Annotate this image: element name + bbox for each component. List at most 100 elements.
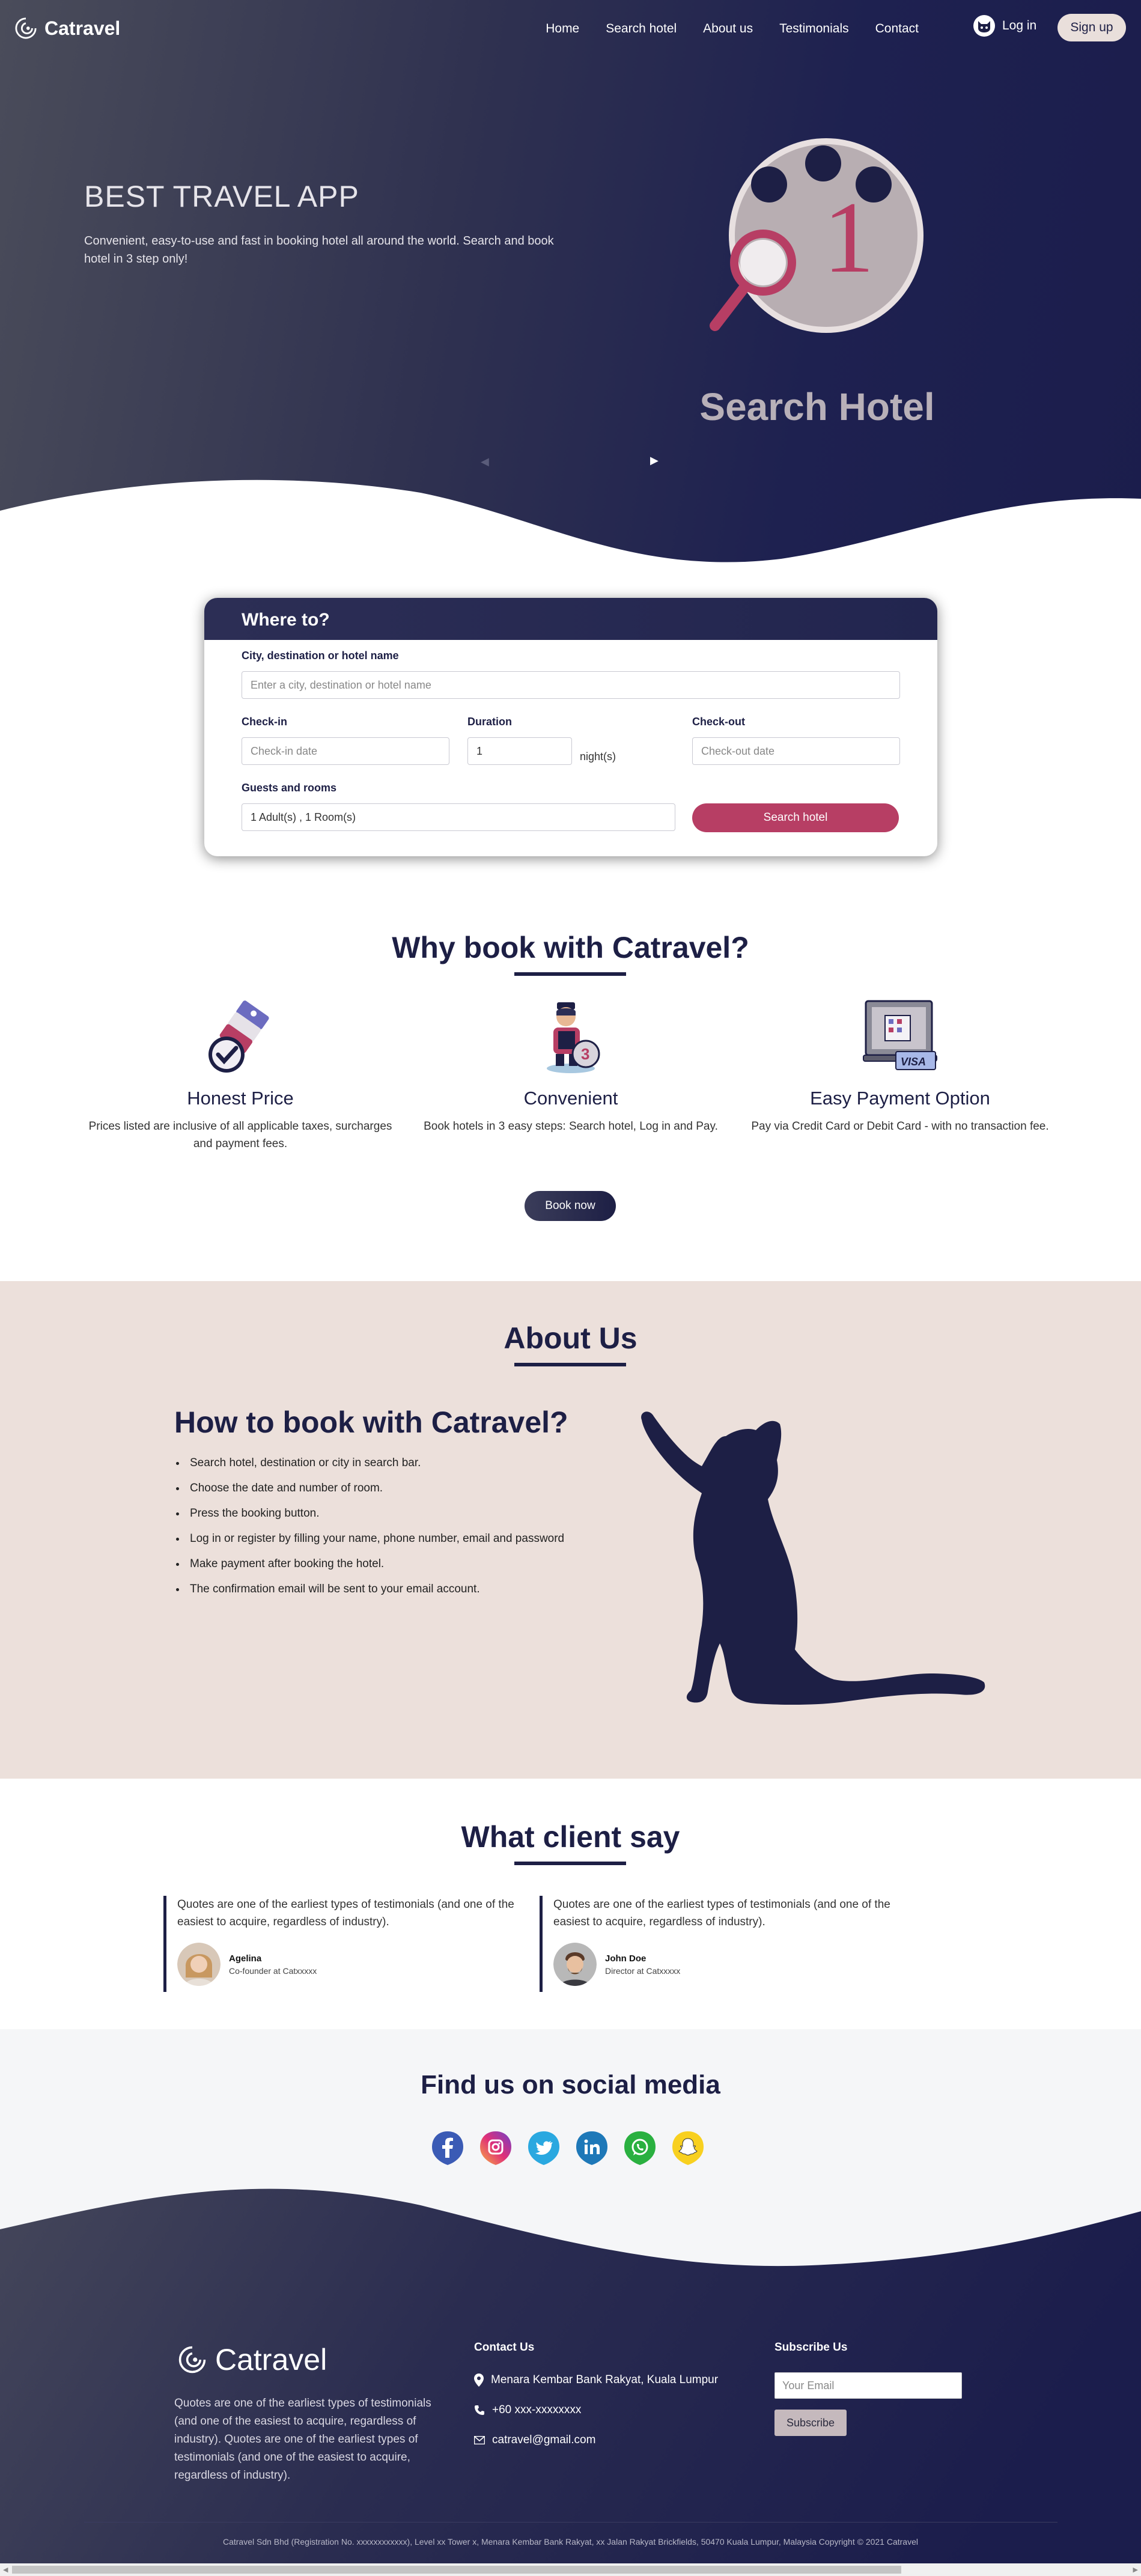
- contact-address: Menara Kembar Bank Rakyat, Kuala Lumpur: [474, 2374, 718, 2387]
- contact-email-text[interactable]: catravel@gmail.com: [492, 2434, 595, 2447]
- hero-title: BEST TRAVEL APP: [84, 180, 359, 213]
- testimonial-role: Director at Catxxxxx: [605, 1965, 681, 1976]
- testimonial-quote: Quotes are one of the earliest types of …: [553, 1898, 890, 1928]
- contact-phone: +60 xxx-xxxxxxxx: [474, 2404, 581, 2417]
- testimonial-name: Agelina: [229, 1953, 262, 1964]
- about-title: About Us: [504, 1321, 637, 1355]
- list-item: Press the booking button.: [186, 1505, 583, 1522]
- subscribe-email-input[interactable]: [774, 2372, 962, 2399]
- cat-avatar-icon: [973, 15, 995, 37]
- destination-input[interactable]: [242, 671, 900, 699]
- snapchat-icon[interactable]: [670, 2130, 706, 2166]
- price-tag-icon: [208, 1000, 269, 1073]
- checkout-input[interactable]: [692, 737, 900, 765]
- feature-title: Honest Price: [187, 1088, 294, 1109]
- contact-address-text: Menara Kembar Bank Rakyat, Kuala Lumpur: [491, 2374, 719, 2386]
- nav-home[interactable]: Home: [546, 22, 579, 36]
- nav-contact[interactable]: Contact: [875, 22, 919, 36]
- testimonials-title-underline: [514, 1862, 626, 1865]
- whatsapp-icon[interactable]: [622, 2130, 658, 2166]
- svg-text:3: 3: [581, 1045, 589, 1063]
- horizontal-scrollbar[interactable]: ◀ ▶: [0, 2563, 1141, 2576]
- about-title-underline: [514, 1363, 626, 1366]
- login-link[interactable]: Log in: [973, 15, 1036, 37]
- login-label: Log in: [1002, 19, 1037, 32]
- avatar: [177, 1943, 221, 1986]
- hero-wave: [0, 480, 1141, 589]
- testimonial-person: Agelina Co-founder at Catxxxxx: [177, 1943, 524, 1986]
- checkin-input[interactable]: [242, 737, 449, 765]
- scroll-left-icon[interactable]: ◀: [3, 2566, 8, 2574]
- slide-caption: Search Hotel: [699, 385, 935, 428]
- social-title: Find us on social media: [421, 2070, 720, 2099]
- twitter-icon[interactable]: [526, 2130, 562, 2166]
- guests-rooms-input[interactable]: [242, 803, 675, 831]
- svg-text:VISA: VISA: [901, 1056, 926, 1068]
- checkout-label: Check-out: [692, 716, 746, 728]
- linkedin-icon[interactable]: [574, 2130, 610, 2166]
- location-pin-icon: [474, 2374, 484, 2387]
- checkin-label: Check-in: [242, 716, 288, 728]
- avatar: [553, 1943, 597, 1986]
- feature-text: Pay via Credit Card or Debit Card - with…: [751, 1120, 1049, 1133]
- feature-easy-payment: VISA Easy Payment Option Pay via Credit …: [738, 997, 1062, 1135]
- testimonial-card: Quotes are one of the earliest types of …: [540, 1896, 900, 1992]
- contact-email: catravel@gmail.com: [474, 2434, 595, 2447]
- feature-title: Easy Payment Option: [810, 1088, 990, 1109]
- scrollbar-thumb[interactable]: [12, 2566, 901, 2574]
- testimonial-person: John Doe Director at Catxxxxx: [553, 1943, 900, 1986]
- guests-label: Guests and rooms: [242, 782, 337, 794]
- footer-divider: [84, 2522, 1057, 2523]
- duration-label: Duration: [467, 716, 512, 728]
- nav-links: Home Search hotel About us Testimonials …: [546, 22, 919, 36]
- footer-about-text: Quotes are one of the earliest types of …: [174, 2397, 431, 2482]
- testimonial-name: John Doe: [605, 1953, 647, 1964]
- feature-honest-price: Honest Price Prices listed are inclusive…: [78, 997, 403, 1153]
- contact-phone-text: +60 xxx-xxxxxxxx: [492, 2404, 582, 2416]
- carousel-next-icon[interactable]: ▶: [650, 454, 659, 467]
- search-card-title: Where to?: [204, 598, 937, 640]
- subscribe-button[interactable]: Subscribe: [774, 2410, 847, 2436]
- brand-name: Catravel: [44, 17, 121, 39]
- why-title-underline: [514, 972, 626, 976]
- footer-brand[interactable]: Catravel: [178, 2342, 327, 2377]
- navbar: Catravel Home Search hotel About us Test…: [0, 0, 1141, 57]
- duration-input[interactable]: [467, 737, 572, 765]
- signup-button[interactable]: Sign up: [1057, 14, 1126, 41]
- feature-convenient: 3 Convenient Book hotels in 3 easy steps…: [409, 997, 733, 1135]
- search-hotel-button[interactable]: Search hotel: [692, 803, 899, 832]
- nav-testimonials[interactable]: Testimonials: [779, 22, 849, 36]
- search-step-illustration: 1: [710, 138, 923, 333]
- list-item: Choose the date and number of room.: [186, 1479, 583, 1497]
- how-to-book-title: How to book with Catravel?: [174, 1405, 568, 1439]
- carousel-prev-icon[interactable]: ◀: [481, 455, 489, 468]
- catravel-logo-icon: [15, 17, 37, 39]
- nav-about-us[interactable]: About us: [703, 22, 753, 36]
- envelope-icon: [474, 2436, 485, 2444]
- instagram-icon[interactable]: [478, 2130, 514, 2166]
- cat-silhouette-icon: [641, 1411, 985, 1705]
- list-item: Log in or register by filling your name,…: [186, 1530, 583, 1547]
- nav-search-hotel[interactable]: Search hotel: [606, 22, 677, 36]
- social-icons: [430, 2130, 706, 2166]
- facebook-icon[interactable]: [430, 2130, 466, 2166]
- hero-section: [0, 0, 1141, 589]
- testimonial-role: Co-founder at Catxxxxx: [229, 1965, 317, 1976]
- list-item: Make payment after booking the hotel.: [186, 1555, 583, 1573]
- phone-icon: [475, 2405, 484, 2415]
- brand-logo[interactable]: Catravel: [14, 17, 120, 40]
- subscribe-title: Subscribe Us: [774, 2341, 848, 2354]
- copyright-text: Catravel Sdn Bhd (Registration No. xxxxx…: [222, 2537, 918, 2547]
- slide-number: 1: [823, 181, 874, 294]
- book-now-button[interactable]: Book now: [525, 1191, 616, 1221]
- testimonial-quote: Quotes are one of the earliest types of …: [177, 1898, 514, 1928]
- scroll-right-icon[interactable]: ▶: [1133, 2566, 1138, 2574]
- list-item: The confirmation email will be sent to y…: [186, 1580, 583, 1598]
- contact-title: Contact Us: [474, 2341, 535, 2354]
- catravel-logo-icon: [178, 2346, 206, 2374]
- traveler-icon: 3: [547, 1002, 600, 1073]
- feature-text: Book hotels in 3 easy steps: Search hote…: [424, 1120, 718, 1133]
- list-item: Search hotel, destination or city in sea…: [186, 1454, 583, 1472]
- testimonial-card: Quotes are one of the earliest types of …: [163, 1896, 524, 1992]
- duration-unit: night(s): [580, 751, 616, 763]
